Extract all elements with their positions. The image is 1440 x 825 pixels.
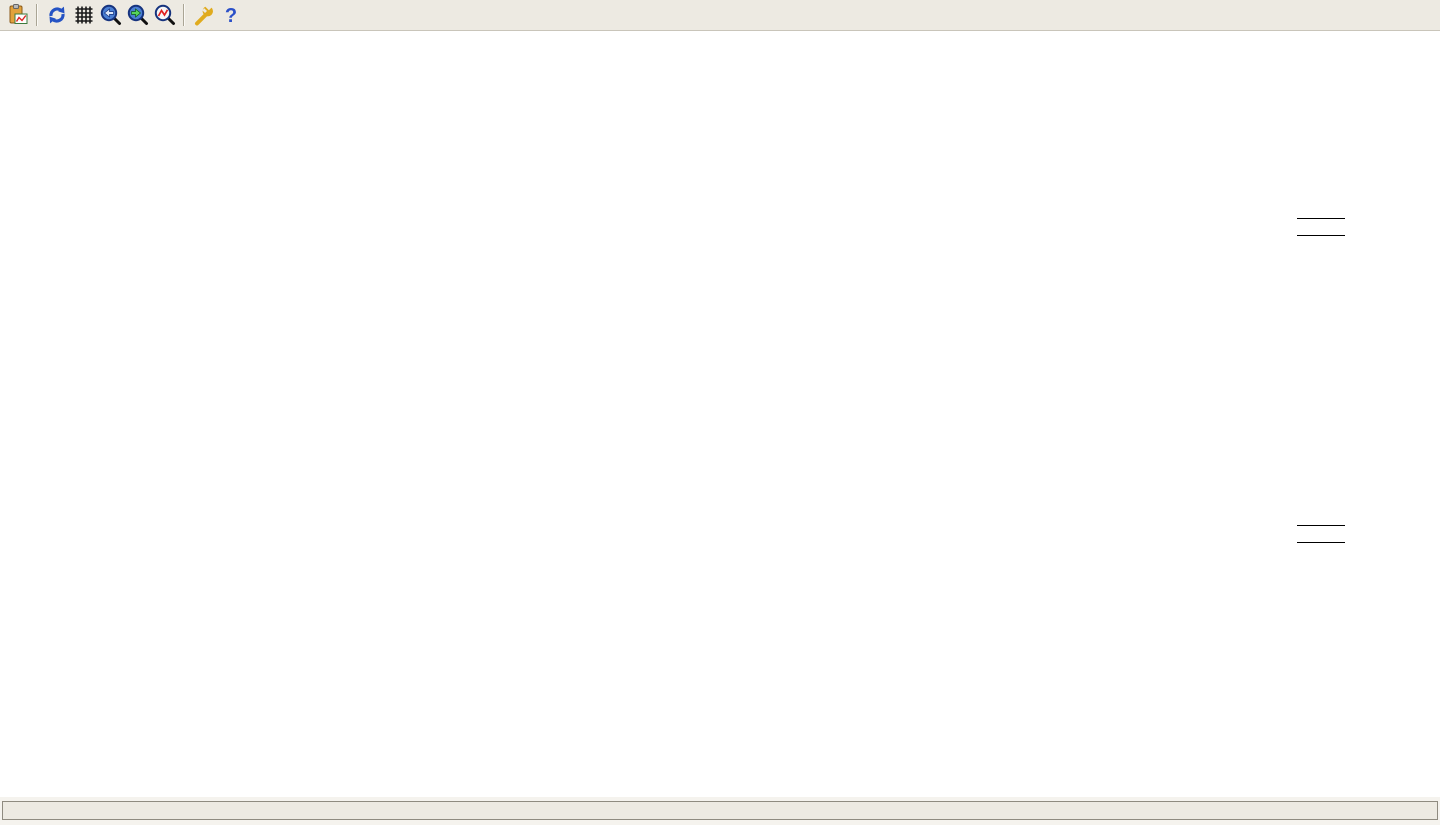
zoom-previous-icon	[99, 3, 123, 27]
plot-canvas[interactable]	[0, 31, 1440, 797]
clipboard-chart-icon	[6, 3, 30, 27]
copy-to-clipboard-button[interactable]	[4, 2, 31, 29]
refresh-icon	[45, 3, 69, 27]
zoom-autoscale-icon	[153, 3, 177, 27]
wrench-icon	[192, 3, 216, 27]
zoom-previous-button[interactable]	[97, 2, 124, 29]
zoom-next-icon	[126, 3, 150, 27]
legend-entry	[1288, 534, 1345, 551]
help-icon: ?	[219, 3, 243, 27]
legend-line-swatch	[1297, 218, 1345, 219]
replot-button[interactable]	[43, 2, 70, 29]
grid-button[interactable]	[70, 2, 97, 29]
legend-entry	[1288, 517, 1345, 534]
toolbar-separator	[183, 4, 185, 26]
help-button[interactable]: ?	[217, 2, 244, 29]
legend-line-swatch	[1297, 525, 1345, 526]
zoom-next-button[interactable]	[124, 2, 151, 29]
legend-line-swatch	[1297, 235, 1345, 236]
toolbar: ?	[0, 0, 1440, 31]
legend-entry	[1288, 210, 1345, 227]
svg-text:?: ?	[224, 5, 236, 27]
toolbar-separator	[36, 4, 38, 26]
legend-entry	[1288, 227, 1345, 244]
status-bar	[2, 801, 1438, 820]
legend-correlation	[1288, 517, 1345, 551]
autoscale-button[interactable]	[151, 2, 178, 29]
grid-icon	[72, 3, 96, 27]
legend-line-swatch	[1297, 542, 1345, 543]
legend-echo	[1288, 210, 1345, 244]
configure-button[interactable]	[190, 2, 217, 29]
